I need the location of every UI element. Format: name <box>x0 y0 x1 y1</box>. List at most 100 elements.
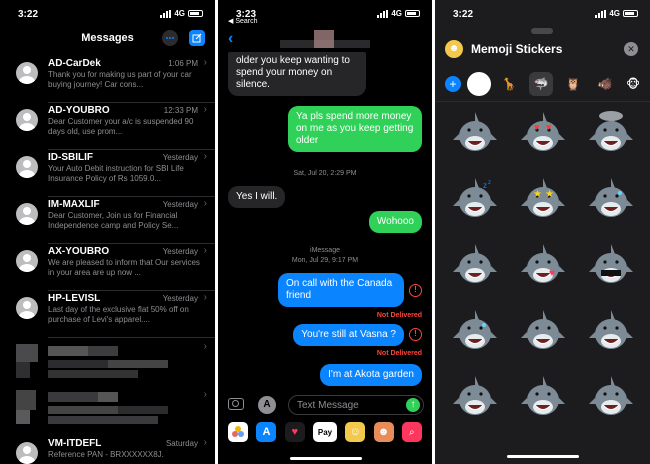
app-store-app-icon[interactable]: A <box>256 422 277 442</box>
giraffe-memoji-icon[interactable]: 🦒 <box>497 72 521 96</box>
conversation-screen: 3:23 4G ◀ Search ‹ older you keep wantin… <box>218 0 432 464</box>
shark-sticker[interactable]: ♥ ♥ <box>519 110 567 158</box>
svg-text:♥: ♥ <box>534 122 539 132</box>
shark-sticker[interactable] <box>451 110 499 158</box>
thread-item[interactable]: AD-CarDek 1:06 PM › Thank you for making… <box>0 54 215 103</box>
page-title: Memoji Stickers <box>471 42 563 56</box>
message-composer: A Text Message ↑ <box>218 392 432 418</box>
thread-item[interactable]: AX-YOUBRO Yesterday › We are pleased to … <box>0 242 215 291</box>
avatar <box>16 203 38 225</box>
status-time: 3:22 <box>18 9 39 20</box>
app-store-icon[interactable]: A <box>258 396 276 414</box>
thread-item[interactable]: AD-YOUBRO 12:33 PM › Dear Customer your … <box>0 101 215 150</box>
home-indicator <box>507 455 579 458</box>
sheet-grabber[interactable] <box>531 28 553 34</box>
redacted-thread-item[interactable]: › <box>0 386 215 435</box>
battery-icon <box>623 10 638 17</box>
thread-preview: We are pleased to inform that Our servic… <box>48 258 200 277</box>
thread-preview: Dear Customer your a/c is suspended 90 d… <box>48 117 194 136</box>
contact-avatar[interactable] <box>314 30 334 48</box>
chevron-right-icon: › <box>203 198 207 209</box>
thread-name: AD-CarDek <box>48 58 101 69</box>
shark-sticker[interactable] <box>451 374 499 422</box>
signal-icon <box>377 9 389 18</box>
send-button[interactable]: ↑ <box>406 398 420 412</box>
thread-name: AD-YOUBRO <box>48 105 110 116</box>
boar-memoji-icon[interactable]: 🐗 <box>593 72 617 96</box>
thread-name: VM-ITDEFL <box>48 438 102 449</box>
shark-sticker[interactable]: ♥ <box>519 242 567 290</box>
back-to-search-link[interactable]: ◀ Search <box>228 17 258 25</box>
thread-time: Yesterday <box>162 200 198 209</box>
add-memoji-button[interactable]: + <box>445 76 461 92</box>
shark-sticker[interactable] <box>587 308 635 356</box>
monkey-memoji-icon[interactable]: 🐵 <box>621 72 645 96</box>
avatar <box>16 109 38 131</box>
thread-name: IM-MAXLIF <box>48 199 100 210</box>
status-icons: 4G <box>377 9 420 18</box>
shark-sticker[interactable] <box>519 374 567 422</box>
photos-app-icon[interactable] <box>228 422 249 442</box>
memoji-icon[interactable]: ☺ <box>345 422 366 442</box>
shark-sticker[interactable] <box>519 308 567 356</box>
svg-text:z: z <box>488 180 491 186</box>
thread-item[interactable]: VM-ITDEFL Saturday › Reference PAN - BRX… <box>0 434 215 464</box>
avatar <box>16 62 38 84</box>
compose-button[interactable] <box>189 30 205 46</box>
thread-time: 12:33 PM <box>163 106 198 115</box>
network-label: 4G <box>609 9 620 18</box>
shark-sticker[interactable] <box>451 308 499 356</box>
chevron-right-icon: › <box>203 437 207 448</box>
shark-sticker[interactable] <box>587 374 635 422</box>
digital-touch-heart-icon[interactable]: ♥ <box>284 422 305 442</box>
network-label: 4G <box>391 9 402 18</box>
svg-text:♥: ♥ <box>549 268 555 279</box>
cow-memoji-icon[interactable]: 🐮 <box>467 72 491 96</box>
redacted-content <box>16 390 176 426</box>
shark-sticker[interactable] <box>587 176 635 224</box>
messages-list-screen: 3:22 4G Messages AD-CarDek 1:06 PM › Tha… <box>0 0 215 464</box>
image-search-icon[interactable]: ⌕ <box>401 422 422 442</box>
shark-sticker[interactable] <box>451 242 499 290</box>
camera-icon[interactable] <box>228 398 244 410</box>
shark-sticker[interactable]: ★ ★ <box>519 176 567 224</box>
chevron-right-icon: › <box>203 389 207 400</box>
not-delivered-label: Not Delivered <box>376 350 422 357</box>
memoji-stickers-icon[interactable]: ☻ <box>373 422 394 442</box>
thread-time: 1:06 PM <box>168 59 198 68</box>
shark-memoji-icon[interactable]: 🦈 <box>529 72 553 96</box>
error-icon[interactable]: ! <box>409 328 422 341</box>
redacted-thread-item[interactable]: › <box>0 338 215 387</box>
network-label: 4G <box>174 9 185 18</box>
shark-sticker[interactable] <box>587 110 635 158</box>
thread-time: Yesterday <box>162 247 198 256</box>
close-button[interactable]: ✕ <box>624 42 638 56</box>
thread-item[interactable]: HP-LEVISL Yesterday › Last day of the ex… <box>0 289 215 338</box>
shark-sticker[interactable] <box>587 242 635 290</box>
shark-sticker[interactable]: zz <box>451 176 499 224</box>
battery-icon <box>188 10 203 17</box>
owl-memoji-icon[interactable]: 🦉 <box>561 72 585 96</box>
memoji-character-strip: + 🐮 🦒 🦈 🦉 🐗 🐵 <box>435 66 650 102</box>
battery-icon <box>405 10 420 17</box>
more-options-button[interactable] <box>162 30 178 46</box>
thread-item[interactable]: IM-MAXLIF Yesterday › Dear Customer, Joi… <box>0 195 215 244</box>
avatar <box>16 442 38 464</box>
signal-icon <box>595 9 607 18</box>
messages-header: Messages <box>0 26 215 52</box>
thread-item[interactable]: ID-SBILIF Yesterday › Your Auto Debit in… <box>0 148 215 197</box>
chevron-right-icon: › <box>203 151 207 162</box>
apple-pay-icon[interactable]: Pay <box>312 422 337 442</box>
error-icon[interactable]: ! <box>409 284 422 297</box>
message-input[interactable]: Text Message ↑ <box>288 395 424 415</box>
thread-preview: Thank you for making us part of your car… <box>48 70 192 89</box>
redacted-content <box>16 344 176 380</box>
thread-name: AX-YOUBRO <box>48 246 110 257</box>
back-chevron-icon[interactable]: ‹ <box>228 30 233 48</box>
thread-preview: Your Auto Debit instruction for SBI Life… <box>48 164 184 183</box>
thread-name: HP-LEVISL <box>48 293 101 304</box>
memoji-stickers-screen: 3:22 4G ☻ Memoji Stickers ✕ + 🐮 🦒 🦈 🦉 🐗 … <box>435 0 650 464</box>
status-time: 3:22 <box>453 9 474 20</box>
avatar <box>16 297 38 319</box>
back-search-label: Search <box>235 18 258 25</box>
